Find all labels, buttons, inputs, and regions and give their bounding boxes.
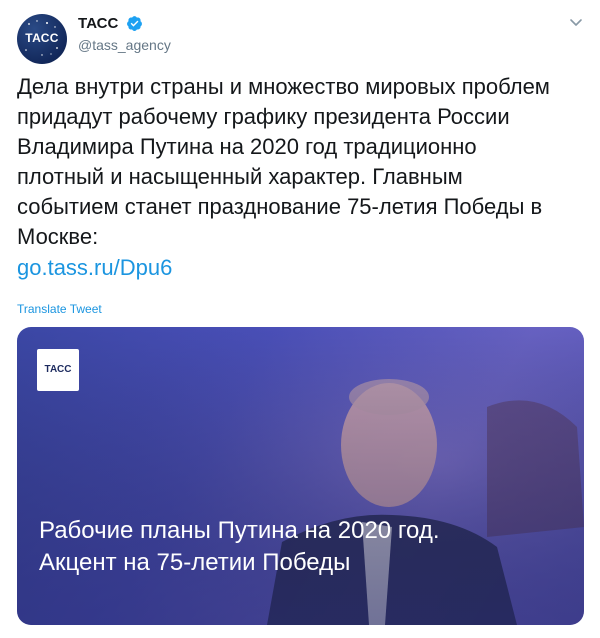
- author-info: ТАСС @tass_agency: [78, 15, 171, 53]
- display-name[interactable]: ТАСС: [78, 15, 118, 32]
- translate-tweet-link[interactable]: Translate Tweet: [17, 302, 102, 316]
- tweet: ТАСС ТАСС @tass_agency Дела внутри стран…: [0, 0, 600, 638]
- verified-badge-icon: [126, 16, 142, 32]
- card-photo: [17, 327, 584, 625]
- avatar[interactable]: ТАСС: [17, 14, 67, 64]
- card-logo-text: ТАСС: [44, 364, 72, 375]
- avatar-logo-text: ТАСС: [25, 31, 59, 45]
- link-card[interactable]: ТАСС Рабочие планы Путина на 2020 год. А…: [17, 327, 584, 625]
- chevron-down-icon[interactable]: [568, 14, 584, 30]
- handle[interactable]: @tass_agency: [78, 37, 171, 53]
- card-logo: ТАСС: [37, 349, 79, 391]
- card-headline: Рабочие планы Путина на 2020 год. Акцент…: [39, 517, 440, 576]
- tweet-link[interactable]: go.tass.ru/Dpu6: [17, 253, 172, 283]
- tweet-text: Дела внутри страны и множество мировых п…: [17, 74, 550, 249]
